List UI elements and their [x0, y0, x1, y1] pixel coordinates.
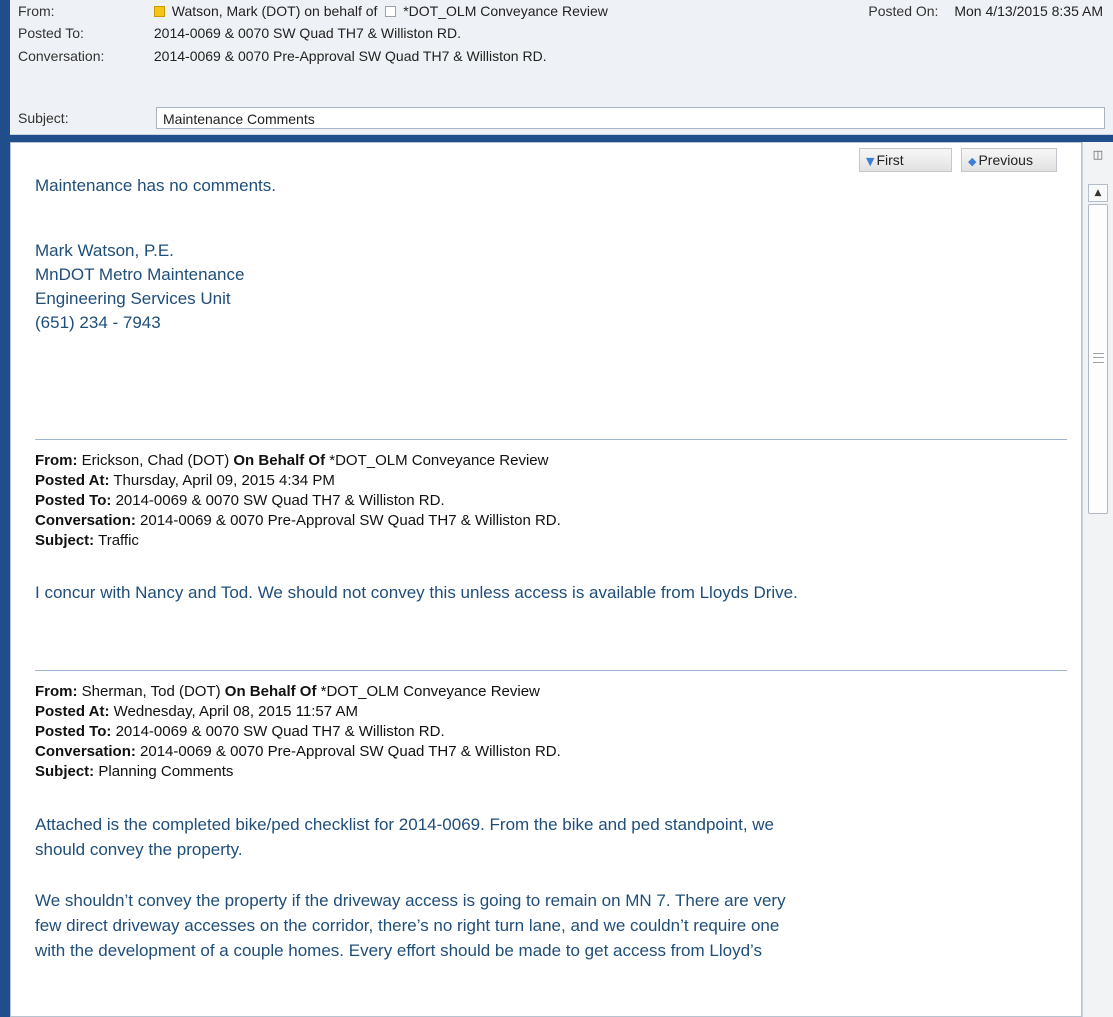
- from-folder[interactable]: *DOT_OLM Conveyance Review: [403, 3, 608, 19]
- from-row: From: Watson, Mark (DOT) on behalf of *D…: [18, 0, 608, 22]
- posted-on-label: Posted On:: [868, 3, 939, 19]
- posted-to-value: 2014-0069 & 0070 SW Quad TH7 & Williston…: [115, 723, 445, 740]
- quoted-header-1: From: Erickson, Chad (DOT) On Behalf Of …: [35, 451, 561, 551]
- subject-value: Planning Comments: [98, 763, 234, 780]
- message-header: From: Watson, Mark (DOT) on behalf of *D…: [10, 0, 1113, 135]
- conversation-label: Conversation:: [35, 512, 136, 529]
- from-value: Sherman, Tod (DOT): [81, 683, 221, 700]
- subject-field[interactable]: Maintenance Comments: [156, 107, 1105, 129]
- posted-to-value[interactable]: 2014-0069 & 0070 SW Quad TH7 & Williston…: [154, 25, 461, 41]
- quoted-body-2-line: with the development of a couple homes. …: [35, 941, 762, 960]
- conversation-row: Conversation: 2014-0069 & 0070 Pre-Appro…: [18, 45, 547, 67]
- public-folder-icon: [385, 6, 397, 17]
- behalf-value: *DOT_OLM Conveyance Review: [320, 683, 540, 700]
- quoted-body-1: I concur with Nancy and Tod. We should n…: [35, 583, 798, 602]
- subject-label: Subject:: [18, 110, 69, 126]
- quote-separator: [35, 670, 1067, 671]
- message-text: Maintenance has no comments.: [35, 176, 276, 195]
- posted-to-row: Posted To: 2014-0069 & 0070 SW Quad TH7 …: [18, 22, 461, 44]
- from-label: From:: [18, 3, 55, 19]
- first-button[interactable]: ▼ First: [859, 148, 952, 172]
- quoted-body-2-line: We shouldn’t convey the property if the …: [35, 891, 786, 910]
- conversation-value: 2014-0069 & 0070 Pre-Approval SW Quad TH…: [140, 743, 561, 760]
- subject-row: Subject:: [18, 107, 150, 129]
- signature-unit: Engineering Services Unit: [35, 289, 231, 308]
- scroll-up-arrow-icon[interactable]: ▲: [1088, 184, 1108, 202]
- posted-on-value: Mon 4/13/2015 8:35 AM: [954, 3, 1103, 19]
- scrollbar-thumb[interactable]: [1088, 204, 1108, 514]
- behalf-label: On Behalf Of: [233, 452, 326, 469]
- double-down-arrow-icon: ▼: [866, 155, 875, 168]
- thumb-grip-icon: [1093, 353, 1104, 363]
- category-icon: [153, 6, 165, 17]
- posted-at-value: Wednesday, April 08, 2015 11:57 AM: [113, 703, 358, 720]
- previous-button[interactable]: ◆ Previous: [961, 148, 1057, 172]
- from-sender[interactable]: Watson, Mark (DOT) on behalf of: [172, 3, 378, 19]
- quoted-body-2-line: Attached is the completed bike/ped check…: [35, 815, 775, 834]
- posted-on: Posted On: Mon 4/13/2015 8:35 AM: [868, 0, 1103, 22]
- signature-name: Mark Watson, P.E.: [35, 241, 174, 260]
- posted-at-label: Posted At:: [35, 703, 110, 720]
- subject-label: Subject:: [35, 532, 95, 549]
- posted-to-label: Posted To:: [35, 492, 112, 509]
- first-button-label: First: [876, 152, 904, 168]
- message-body[interactable]: ▼ First ◆ Previous Maintenance has no comm…: [10, 142, 1082, 1017]
- conversation-value: 2014-0069 & 0070 Pre-Approval SW Quad TH…: [153, 48, 547, 64]
- from-label: From:: [35, 683, 78, 700]
- posted-to-value: 2014-0069 & 0070 SW Quad TH7 & Williston…: [115, 492, 445, 509]
- subject-value: Traffic: [98, 532, 139, 549]
- quoted-body-2-line: few direct driveway accesses on the corr…: [35, 916, 780, 935]
- signature-phone: (651) 234 - 7943: [35, 313, 161, 332]
- from-label: From:: [35, 452, 78, 469]
- vertical-scrollbar[interactable]: ◫ ▲: [1082, 142, 1113, 1017]
- conversation-label: Conversation:: [18, 48, 105, 64]
- subject-label: Subject:: [35, 763, 95, 780]
- posted-at-label: Posted At:: [35, 472, 110, 489]
- conversation-value: 2014-0069 & 0070 Pre-Approval SW Quad TH…: [140, 512, 561, 529]
- posted-at-value: Thursday, April 09, 2015 4:34 PM: [113, 472, 335, 489]
- quote-separator: [35, 439, 1067, 440]
- people-pane-toggle-icon[interactable]: ◫: [1091, 148, 1105, 162]
- from-value: Erickson, Chad (DOT): [81, 452, 230, 469]
- posted-to-label: Posted To:: [18, 25, 84, 41]
- signature-org: MnDOT Metro Maintenance: [35, 265, 245, 284]
- previous-button-label: Previous: [978, 152, 1033, 168]
- conversation-label: Conversation:: [35, 743, 136, 760]
- quoted-body-2-line: should convey the property.: [35, 840, 243, 859]
- posted-to-label: Posted To:: [35, 723, 112, 740]
- up-arrow-icon: ◆: [968, 155, 977, 168]
- quoted-header-2: From: Sherman, Tod (DOT) On Behalf Of *D…: [35, 682, 561, 782]
- behalf-label: On Behalf Of: [224, 683, 317, 700]
- behalf-value: *DOT_OLM Conveyance Review: [329, 452, 549, 469]
